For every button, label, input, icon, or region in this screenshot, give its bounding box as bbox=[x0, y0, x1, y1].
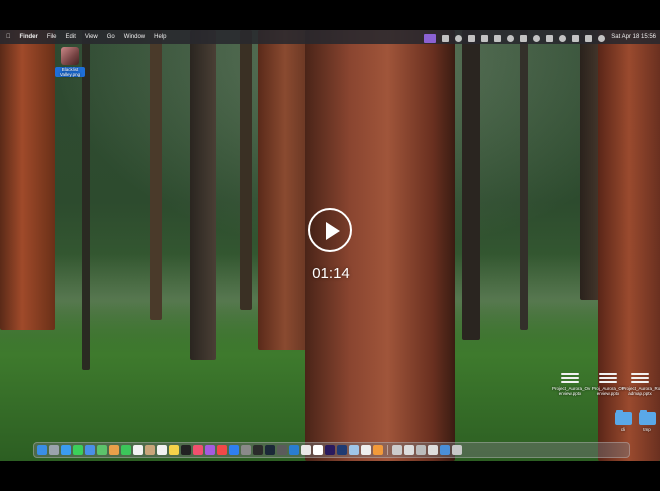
dock-music-icon[interactable] bbox=[193, 445, 203, 455]
dock-podcasts-icon[interactable] bbox=[205, 445, 215, 455]
dock-textedit-icon[interactable] bbox=[361, 445, 371, 455]
presentation-icon bbox=[599, 372, 617, 384]
dock-window-2-icon[interactable] bbox=[404, 445, 414, 455]
video-timecode: 01:14 bbox=[312, 265, 350, 282]
dock-calendar-icon[interactable] bbox=[133, 445, 143, 455]
dock-window-3-icon[interactable] bbox=[416, 445, 426, 455]
menu-extra-icon[interactable] bbox=[507, 35, 515, 42]
dock-separator bbox=[387, 445, 388, 455]
dock-premiere-icon[interactable] bbox=[325, 445, 335, 455]
menu-extra-icon[interactable] bbox=[494, 35, 502, 42]
wifi-icon[interactable] bbox=[559, 35, 567, 42]
desktop-file-label: Proj_Aurora_Ov erview.pptx bbox=[591, 386, 625, 396]
dock-mail-icon[interactable] bbox=[85, 445, 95, 455]
dock-news-icon[interactable] bbox=[217, 445, 227, 455]
dock-trash-icon[interactable] bbox=[452, 445, 462, 455]
headphones-icon[interactable] bbox=[533, 35, 541, 42]
desktop-folder-label: cli bbox=[620, 427, 626, 432]
desktop-file-photo[interactable]: Blacklist Valley.png bbox=[55, 47, 85, 77]
apple-menu-icon[interactable]:  bbox=[6, 30, 11, 44]
menu-extra-icon[interactable] bbox=[455, 35, 463, 42]
desktop-file-pptx[interactable]: Proj_Aurora_Ov erview.pptx bbox=[590, 372, 626, 396]
tree-trunk bbox=[190, 30, 216, 360]
play-icon bbox=[326, 222, 340, 240]
dock-facetime-icon[interactable] bbox=[121, 445, 131, 455]
play-button[interactable] bbox=[308, 208, 352, 252]
folder-icon bbox=[638, 410, 656, 425]
control-center-icon[interactable] bbox=[585, 35, 593, 42]
desktop-folder-tmp[interactable]: tmp bbox=[636, 410, 658, 432]
menu-extra-icon[interactable] bbox=[520, 35, 528, 42]
dock-photos-icon[interactable] bbox=[109, 445, 119, 455]
dock-settings-icon[interactable] bbox=[241, 445, 251, 455]
search-icon[interactable] bbox=[572, 35, 580, 42]
desktop-file-label: Project_Aurora_Ov erview.pptx bbox=[552, 386, 591, 396]
dock-reminders-icon[interactable] bbox=[157, 445, 167, 455]
desktop-folder-cli[interactable]: cli bbox=[612, 410, 634, 432]
dock-finder-icon[interactable] bbox=[37, 445, 47, 455]
dock-finder-window-icon[interactable] bbox=[392, 445, 402, 455]
menu-go[interactable]: Go bbox=[107, 30, 115, 44]
menu-window[interactable]: Window bbox=[124, 30, 145, 44]
desktop-folder-label: tmp bbox=[643, 427, 651, 432]
tree-trunk bbox=[0, 30, 55, 330]
menu-view[interactable]: View bbox=[85, 30, 98, 44]
menu-clock[interactable]: Sat Apr 18 15:56 bbox=[611, 30, 656, 44]
presentation-icon bbox=[631, 372, 649, 384]
dock-steam-icon[interactable] bbox=[265, 445, 275, 455]
folder-icon bbox=[614, 410, 632, 425]
desktop-file-label: Blacklist Valley.png bbox=[55, 67, 85, 77]
dock-contacts-icon[interactable] bbox=[145, 445, 155, 455]
menu-extra-icon[interactable] bbox=[546, 35, 554, 42]
tree-trunk bbox=[462, 30, 480, 340]
dock-notion-icon[interactable] bbox=[313, 445, 323, 455]
tree-trunk bbox=[240, 30, 252, 310]
dock-calculator-icon[interactable] bbox=[277, 445, 287, 455]
dock-launchpad-icon[interactable] bbox=[49, 445, 59, 455]
tree-trunk bbox=[520, 30, 528, 330]
menu-app-name[interactable]: Finder bbox=[20, 30, 38, 44]
menu-file[interactable]: File bbox=[47, 30, 57, 44]
dock-app-store-icon[interactable] bbox=[229, 445, 239, 455]
dock-messages-icon[interactable] bbox=[73, 445, 83, 455]
screen-recording-icon[interactable] bbox=[424, 33, 437, 43]
menu-help[interactable]: Help bbox=[154, 30, 166, 44]
dock-chrome-icon[interactable] bbox=[301, 445, 311, 455]
dock-safari-icon[interactable] bbox=[61, 445, 71, 455]
desktop-file-pptx[interactable]: Project_Aurora_Ov erview.pptx bbox=[552, 372, 591, 396]
menu-bar:  Finder File Edit View Go Window Help S… bbox=[0, 30, 660, 44]
dock-maps-icon[interactable] bbox=[97, 445, 107, 455]
siri-icon[interactable] bbox=[598, 35, 606, 42]
tree-trunk bbox=[82, 30, 90, 370]
dock-vscode-icon[interactable] bbox=[289, 445, 299, 455]
dock-downloads-icon[interactable] bbox=[440, 445, 450, 455]
dock-terminal-icon[interactable] bbox=[253, 445, 263, 455]
dock-notes-icon[interactable] bbox=[169, 445, 179, 455]
presentation-icon bbox=[561, 372, 579, 384]
dock-photoshop-icon[interactable] bbox=[337, 445, 347, 455]
menu-extra-icon[interactable] bbox=[481, 35, 489, 42]
tree-trunk bbox=[150, 30, 162, 320]
menu-edit[interactable]: Edit bbox=[66, 30, 76, 44]
image-file-icon bbox=[61, 47, 79, 65]
menu-extra-icon[interactable] bbox=[468, 35, 476, 42]
menu-extra-icon[interactable] bbox=[442, 35, 450, 42]
desktop-file-label: Project_Aurora_Ro admap.pptx bbox=[622, 386, 660, 396]
dock bbox=[33, 442, 630, 458]
tree-trunk bbox=[598, 30, 660, 461]
dock-pages-icon[interactable] bbox=[373, 445, 383, 455]
dock-window-4-icon[interactable] bbox=[428, 445, 438, 455]
dock-preview-icon[interactable] bbox=[349, 445, 359, 455]
dock-tv-icon[interactable] bbox=[181, 445, 191, 455]
desktop-file-pptx[interactable]: Project_Aurora_Ro admap.pptx bbox=[622, 372, 660, 396]
